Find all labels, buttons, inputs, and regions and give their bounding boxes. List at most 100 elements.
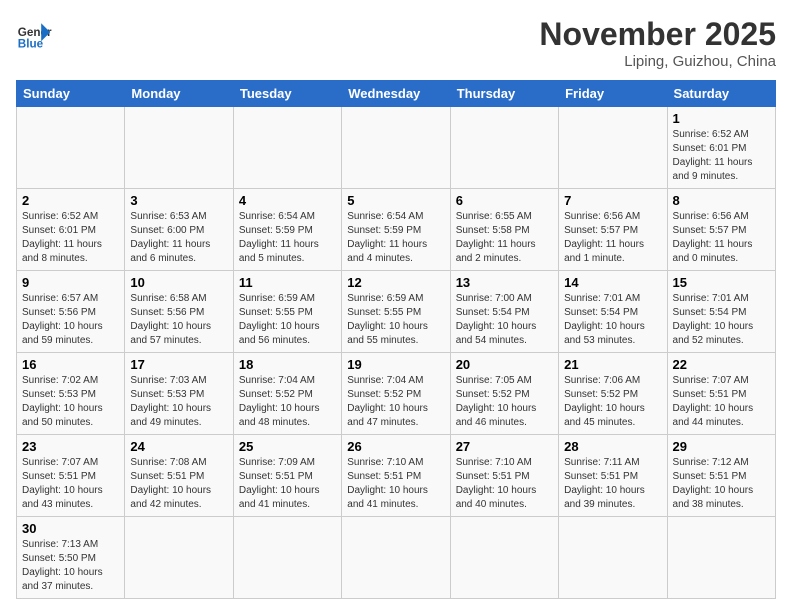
day-number: 25 [239,439,336,454]
day-number: 18 [239,357,336,372]
calendar-cell: 7 Sunrise: 6:56 AM Sunset: 5:57 PM Daylig… [559,189,667,271]
calendar-cell [125,517,233,599]
day-info: Sunrise: 6:52 AM Sunset: 6:01 PM Dayligh… [22,210,119,266]
day-info: Sunrise: 7:12 AM Sunset: 5:51 PM Dayligh… [673,456,770,512]
calendar-cell [559,517,667,599]
calendar-cell: 22Sunrise: 7:07 AM Sunset: 5:51 PM Dayli… [667,353,775,435]
day-number: 17 [130,357,227,372]
day-info: Sunrise: 7:06 AM Sunset: 5:52 PM Dayligh… [564,374,661,430]
weekday-header-monday: Monday [125,81,233,107]
calendar-cell: 12Sunrise: 6:59 AM Sunset: 5:55 PM Dayli… [342,271,450,353]
day-number: 30 [22,521,119,536]
day-number: 5 [347,193,444,208]
day-number: 13 [456,275,553,290]
calendar-cell [125,107,233,189]
calendar-cell: 27 Sunrise: 7:10 AM Sunset: 5:51 PM Dayli… [450,435,558,517]
day-number: 28 [564,439,661,454]
day-number: 23 [22,439,119,454]
day-info: Sunrise: 6:59 AM Sunset: 5:55 PM Dayligh… [347,292,444,348]
calendar-cell: 14 Sunrise: 7:01 AM Sunset: 5:54 PM Dayli… [559,271,667,353]
calendar-cell: 5 Sunrise: 6:54 AM Sunset: 5:59 PM Daylig… [342,189,450,271]
day-info: Sunrise: 7:03 AM Sunset: 5:53 PM Dayligh… [130,374,227,430]
day-number: 15 [673,275,770,290]
day-info: Sunrise: 7:11 AM Sunset: 5:51 PM Dayligh… [564,456,661,512]
day-number: 14 [564,275,661,290]
calendar-cell [450,517,558,599]
day-number: 19 [347,357,444,372]
day-info: Sunrise: 7:08 AM Sunset: 5:51 PM Dayligh… [130,456,227,512]
weekday-header-friday: Friday [559,81,667,107]
day-info: Sunrise: 7:10 AM Sunset: 5:51 PM Dayligh… [347,456,444,512]
day-info: Sunrise: 6:53 AM Sunset: 6:00 PM Dayligh… [130,210,227,266]
day-number: 1 [673,111,770,126]
location: Liping, Guizhou, China [539,53,776,70]
weekday-header-saturday: Saturday [667,81,775,107]
day-info: Sunrise: 7:02 AM Sunset: 5:53 PM Dayligh… [22,374,119,430]
day-info: Sunrise: 7:01 AM Sunset: 5:54 PM Dayligh… [673,292,770,348]
day-number: 4 [239,193,336,208]
calendar-cell: 18 Sunrise: 7:04 AM Sunset: 5:52 PM Dayli… [233,353,341,435]
calendar-cell: 17 Sunrise: 7:03 AM Sunset: 5:53 PM Dayli… [125,353,233,435]
day-info: Sunrise: 7:04 AM Sunset: 5:52 PM Dayligh… [347,374,444,430]
calendar-cell [342,517,450,599]
day-info: Sunrise: 6:52 AM Sunset: 6:01 PM Dayligh… [673,128,770,184]
calendar-cell: 28 Sunrise: 7:11 AM Sunset: 5:51 PM Dayli… [559,435,667,517]
calendar-cell: 13 Sunrise: 7:00 AM Sunset: 5:54 PM Dayli… [450,271,558,353]
calendar-week-row: 16 Sunrise: 7:02 AM Sunset: 5:53 PM Dayli… [17,353,776,435]
calendar-cell: 11 Sunrise: 6:59 AM Sunset: 5:55 PM Dayli… [233,271,341,353]
day-number: 24 [130,439,227,454]
day-info: Sunrise: 7:07 AM Sunset: 5:51 PM Dayligh… [22,456,119,512]
weekday-header-tuesday: Tuesday [233,81,341,107]
day-info: Sunrise: 7:04 AM Sunset: 5:52 PM Dayligh… [239,374,336,430]
day-info: Sunrise: 6:59 AM Sunset: 5:55 PM Dayligh… [239,292,336,348]
calendar-cell: 25Sunrise: 7:09 AM Sunset: 5:51 PM Dayli… [233,435,341,517]
day-number: 7 [564,193,661,208]
day-number: 29 [673,439,770,454]
calendar-cell: 19 Sunrise: 7:04 AM Sunset: 5:52 PM Dayli… [342,353,450,435]
day-info: Sunrise: 6:54 AM Sunset: 5:59 PM Dayligh… [239,210,336,266]
calendar-cell: 15 Sunrise: 7:01 AM Sunset: 5:54 PM Dayli… [667,271,775,353]
calendar-week-row: 9 Sunrise: 6:57 AM Sunset: 5:56 PM Daylig… [17,271,776,353]
day-number: 6 [456,193,553,208]
calendar-cell: 21 Sunrise: 7:06 AM Sunset: 5:52 PM Dayli… [559,353,667,435]
day-number: 11 [239,275,336,290]
day-number: 20 [456,357,553,372]
calendar-cell [233,517,341,599]
title-block: November 2025 Liping, Guizhou, China [539,16,776,70]
day-number: 9 [22,275,119,290]
day-info: Sunrise: 6:58 AM Sunset: 5:56 PM Dayligh… [130,292,227,348]
day-number: 21 [564,357,661,372]
day-number: 26 [347,439,444,454]
day-number: 27 [456,439,553,454]
calendar-cell: 2 Sunrise: 6:52 AM Sunset: 6:01 PM Daylig… [17,189,125,271]
day-number: 10 [130,275,227,290]
calendar-cell: 30 Sunrise: 7:13 AM Sunset: 5:50 PM Dayli… [17,517,125,599]
calendar-cell: 23 Sunrise: 7:07 AM Sunset: 5:51 PM Dayli… [17,435,125,517]
day-number: 16 [22,357,119,372]
calendar-cell: 16 Sunrise: 7:02 AM Sunset: 5:53 PM Dayli… [17,353,125,435]
calendar-cell: 8Sunrise: 6:56 AM Sunset: 5:57 PM Daylig… [667,189,775,271]
logo: General Blue [16,16,52,52]
day-info: Sunrise: 7:01 AM Sunset: 5:54 PM Dayligh… [564,292,661,348]
weekday-header-row: SundayMondayTuesdayWednesdayThursdayFrid… [17,81,776,107]
calendar-table: SundayMondayTuesdayWednesdayThursdayFrid… [16,80,776,599]
calendar-cell [233,107,341,189]
day-info: Sunrise: 7:13 AM Sunset: 5:50 PM Dayligh… [22,538,119,594]
calendar-cell: 10 Sunrise: 6:58 AM Sunset: 5:56 PM Dayli… [125,271,233,353]
calendar-cell [342,107,450,189]
calendar-cell: 6 Sunrise: 6:55 AM Sunset: 5:58 PM Daylig… [450,189,558,271]
day-info: Sunrise: 7:00 AM Sunset: 5:54 PM Dayligh… [456,292,553,348]
day-number: 22 [673,357,770,372]
day-info: Sunrise: 6:56 AM Sunset: 5:57 PM Dayligh… [673,210,770,266]
day-number: 2 [22,193,119,208]
day-info: Sunrise: 6:57 AM Sunset: 5:56 PM Dayligh… [22,292,119,348]
day-info: Sunrise: 6:56 AM Sunset: 5:57 PM Dayligh… [564,210,661,266]
day-info: Sunrise: 6:55 AM Sunset: 5:58 PM Dayligh… [456,210,553,266]
calendar-week-row: 30 Sunrise: 7:13 AM Sunset: 5:50 PM Dayli… [17,517,776,599]
day-info: Sunrise: 6:54 AM Sunset: 5:59 PM Dayligh… [347,210,444,266]
calendar-cell: 1 Sunrise: 6:52 AM Sunset: 6:01 PM Daylig… [667,107,775,189]
day-info: Sunrise: 7:05 AM Sunset: 5:52 PM Dayligh… [456,374,553,430]
calendar-cell [559,107,667,189]
calendar-cell [667,517,775,599]
day-info: Sunrise: 7:10 AM Sunset: 5:51 PM Dayligh… [456,456,553,512]
